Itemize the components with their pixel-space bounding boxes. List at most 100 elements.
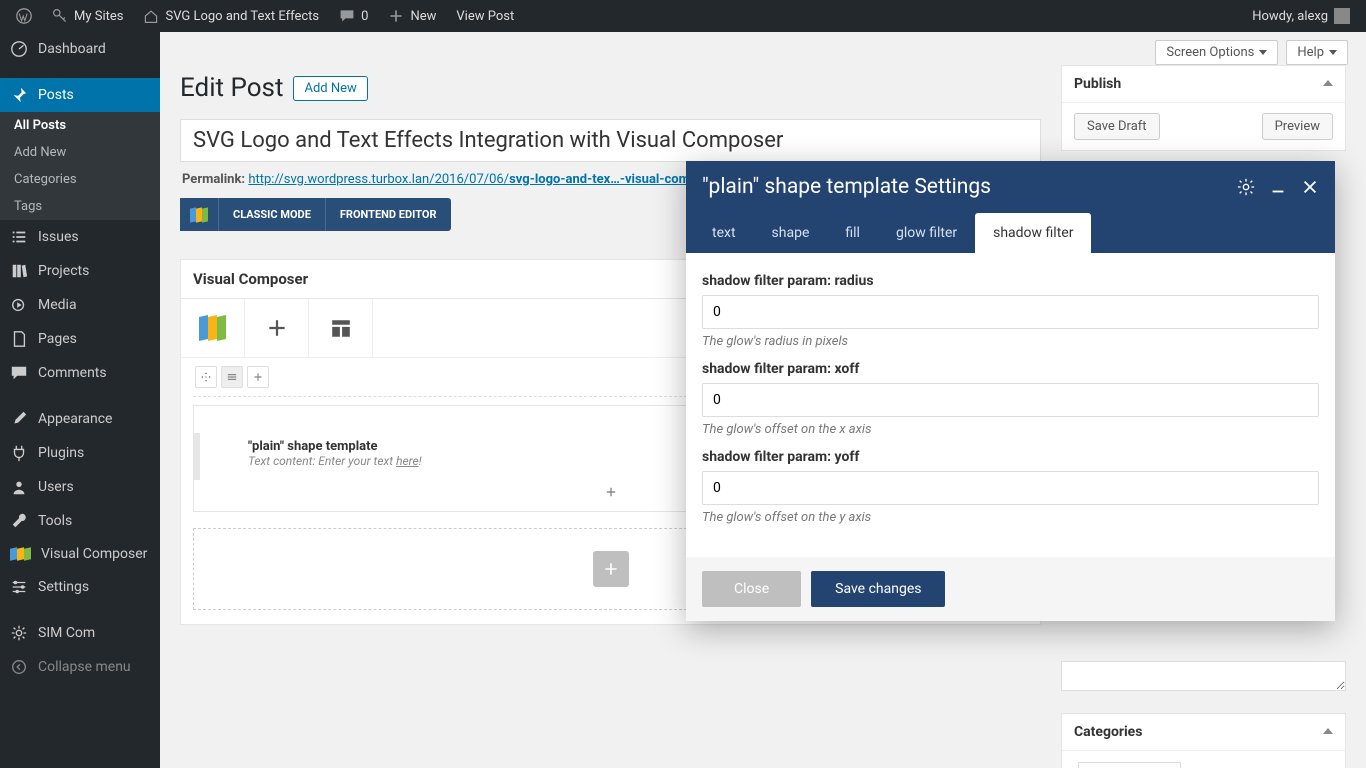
publish-metabox: Publish Save Draft Preview — [1061, 65, 1346, 151]
vc-toolbar-logo[interactable] — [181, 299, 245, 357]
tab-most-used[interactable]: Most Used — [1181, 762, 1265, 768]
admin-bar: My Sites SVG Logo and Text Effects 0 New… — [0, 0, 1366, 32]
comment-icon — [10, 364, 28, 382]
menu-sim-com[interactable]: SIM Com — [0, 616, 160, 650]
modal-save-button[interactable]: Save changes — [811, 571, 945, 607]
menu-visual-composer[interactable]: Visual Composer — [0, 538, 160, 570]
menu-projects[interactable]: Projects — [0, 254, 160, 288]
categories-heading[interactable]: Categories — [1062, 714, 1345, 751]
save-draft-button[interactable]: Save Draft — [1074, 113, 1160, 140]
view-post-link[interactable]: View Post — [448, 9, 522, 24]
add-new-button[interactable]: Add New — [293, 76, 367, 101]
desc-xoff: The glow's offset on the x axis — [702, 422, 1319, 437]
chevron-down-icon — [1259, 50, 1267, 55]
wordpress-icon — [16, 8, 32, 24]
plus-icon — [604, 485, 618, 499]
tab-all-categories[interactable]: All Categories — [1078, 762, 1181, 768]
menu-comments[interactable]: Comments — [0, 356, 160, 390]
wrench-icon — [10, 512, 28, 530]
input-xoff[interactable] — [702, 383, 1319, 417]
vc-toolbar-templates[interactable] — [309, 299, 373, 357]
help-button[interactable]: Help — [1286, 40, 1348, 65]
menu-posts[interactable]: Posts — [0, 78, 160, 112]
gear-icon[interactable] — [1237, 178, 1255, 196]
plug-icon — [10, 444, 28, 462]
visual-composer-icon — [10, 548, 31, 560]
pin-icon — [10, 86, 28, 104]
chevron-up-icon — [1323, 80, 1333, 86]
add-element-button[interactable] — [593, 551, 629, 587]
new-content-link[interactable]: New — [380, 8, 444, 24]
books-icon — [10, 262, 28, 280]
row-move-button[interactable] — [195, 366, 217, 388]
modal-close-button[interactable]: Close — [702, 571, 801, 607]
tab-shape[interactable]: shape — [754, 213, 828, 253]
brush-icon — [10, 410, 28, 428]
chevron-down-icon — [1329, 50, 1337, 55]
settings-modal: "plain" shape template Settings text sha… — [686, 161, 1335, 621]
preview-button[interactable]: Preview — [1262, 113, 1333, 140]
desc-radius: The glow's radius in pixels — [702, 334, 1319, 349]
menu-plugins[interactable]: Plugins — [0, 436, 160, 470]
minimize-icon[interactable] — [1269, 178, 1287, 196]
vc-toolbar-add[interactable] — [245, 299, 309, 357]
tab-glow-filter[interactable]: glow filter — [878, 213, 975, 253]
key-icon — [52, 8, 68, 24]
media-icon — [10, 296, 28, 314]
page-heading: Edit Post Add New — [180, 65, 1041, 119]
menu-collapse[interactable]: Collapse menu — [0, 650, 160, 684]
screen-options-button[interactable]: Screen Options — [1155, 40, 1278, 65]
frontend-editor-button[interactable]: FRONTEND EDITOR — [326, 198, 451, 231]
page-icon — [10, 330, 28, 348]
gear-icon — [10, 624, 28, 642]
comment-icon — [339, 8, 355, 24]
input-yoff[interactable] — [702, 471, 1319, 505]
move-icon — [200, 371, 212, 383]
unknown-textarea[interactable] — [1061, 661, 1346, 691]
visual-composer-icon — [190, 208, 208, 222]
tab-shadow-filter[interactable]: shadow filter — [975, 213, 1091, 253]
admin-sidebar: Dashboard Posts All Posts Add New Catego… — [0, 32, 160, 768]
row-columns-button[interactable] — [221, 366, 243, 388]
comments-link[interactable]: 0 — [331, 8, 376, 24]
submenu-categories[interactable]: Categories — [0, 166, 160, 193]
submenu-all-posts[interactable]: All Posts — [0, 112, 160, 139]
submenu-tags[interactable]: Tags — [0, 193, 160, 220]
posts-submenu: All Posts Add New Categories Tags — [0, 112, 160, 220]
vc-logo-button[interactable] — [180, 198, 219, 231]
modal-title: "plain" shape template Settings — [702, 175, 991, 199]
post-title-input[interactable] — [180, 119, 1041, 162]
list-icon — [10, 228, 28, 246]
publish-heading[interactable]: Publish — [1062, 66, 1345, 103]
plus-icon — [266, 317, 288, 339]
modal-tabs: text shape fill glow filter shadow filte… — [686, 213, 1335, 253]
menu-pages[interactable]: Pages — [0, 322, 160, 356]
close-icon[interactable] — [1301, 178, 1319, 196]
sliders-icon — [10, 578, 28, 596]
menu-tools[interactable]: Tools — [0, 504, 160, 538]
my-sites-link[interactable]: My Sites — [44, 8, 131, 24]
dashboard-icon — [10, 40, 28, 58]
permalink-link[interactable]: http://svg.wordpress.turbox.lan/2016/07/… — [248, 172, 728, 187]
user-icon — [10, 478, 28, 496]
tab-text[interactable]: text — [694, 213, 754, 253]
site-title-link[interactable]: SVG Logo and Text Effects — [135, 8, 327, 24]
row-add-button[interactable] — [247, 366, 269, 388]
categories-metabox: Categories All Categories Most Used — [1061, 713, 1346, 768]
label-radius: shadow filter param: radius — [702, 273, 1319, 289]
input-radius[interactable] — [702, 295, 1319, 329]
classic-mode-button[interactable]: CLASSIC MODE — [219, 198, 326, 231]
menu-appearance[interactable]: Appearance — [0, 402, 160, 436]
desc-yoff: The glow's offset on the y axis — [702, 510, 1319, 525]
menu-users[interactable]: Users — [0, 470, 160, 504]
collapse-icon — [10, 658, 28, 676]
menu-dashboard[interactable]: Dashboard — [0, 32, 160, 66]
menu-settings[interactable]: Settings — [0, 570, 160, 604]
layout-icon — [330, 317, 352, 339]
menu-issues[interactable]: Issues — [0, 220, 160, 254]
submenu-add-new[interactable]: Add New — [0, 139, 160, 166]
tab-fill[interactable]: fill — [827, 213, 878, 253]
howdy-user[interactable]: Howdy, alexg — [1244, 8, 1358, 24]
menu-media[interactable]: Media — [0, 288, 160, 322]
wp-logo[interactable] — [8, 8, 40, 24]
